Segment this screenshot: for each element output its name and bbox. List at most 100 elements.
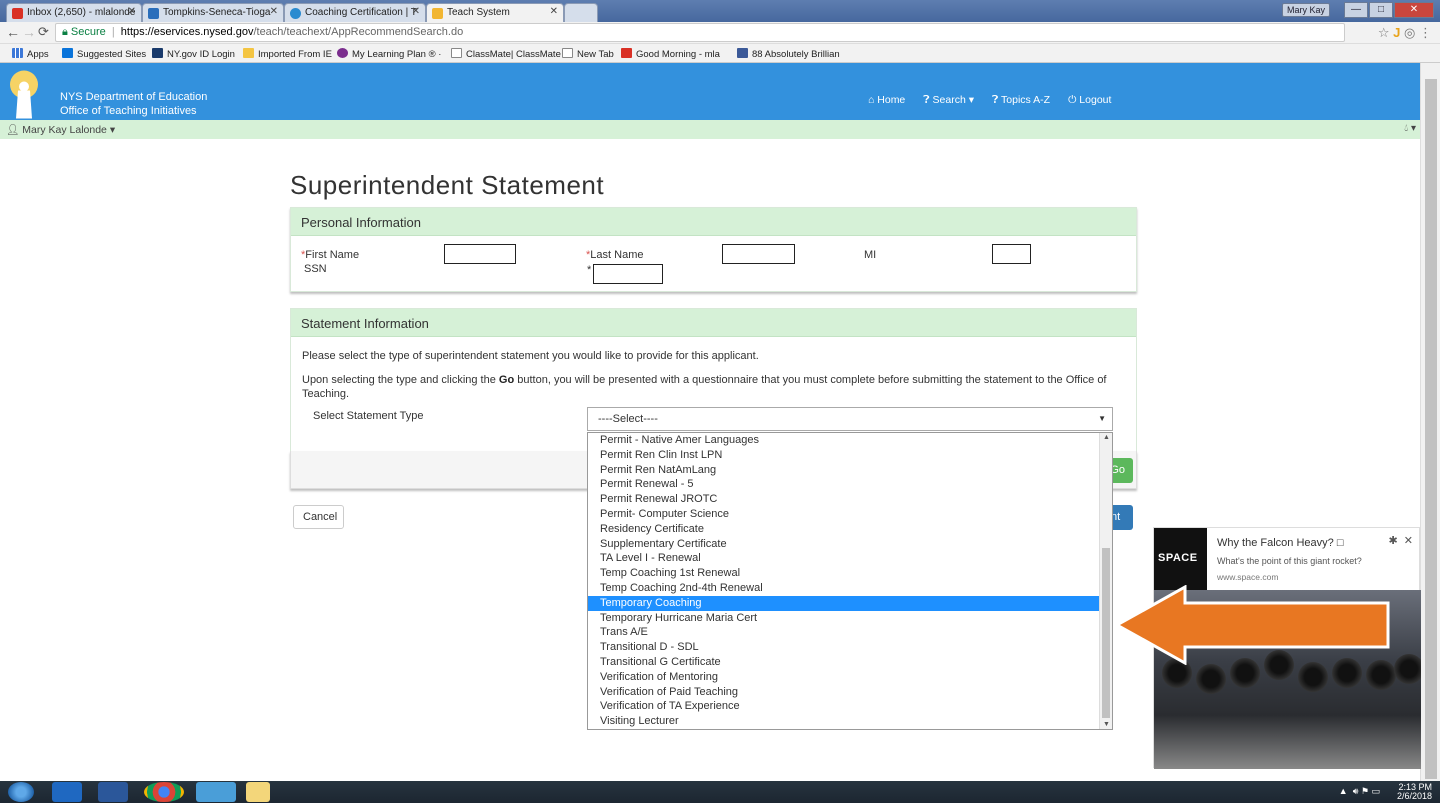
statement-intro: Please select the type of superintendent… bbox=[302, 350, 759, 362]
dropdown-option[interactable]: Temporary Coaching bbox=[588, 595, 1112, 611]
submit-button[interactable]: nt bbox=[1110, 505, 1133, 530]
extension-icon[interactable]: J bbox=[1393, 25, 1400, 40]
ad-title[interactable]: Why the Falcon Heavy? □ bbox=[1217, 537, 1343, 549]
bookmark-new-tab[interactable]: New Tab bbox=[562, 48, 614, 60]
volume-icon[interactable]: 🔊︎ bbox=[1353, 786, 1359, 796]
ad-subtitle: What's the point of this giant rocket? bbox=[1217, 556, 1362, 566]
dropdown-option[interactable]: Transitional D - SDL bbox=[588, 640, 1112, 655]
bookmark-brilliant[interactable]: 88 Absolutely Brillian bbox=[737, 48, 840, 60]
menu-icon[interactable]: ⋮ bbox=[1419, 25, 1432, 40]
dropdown-option[interactable]: Temp Coaching 2nd-4th Renewal bbox=[588, 581, 1112, 596]
reload-icon[interactable]: ⟳ bbox=[38, 24, 49, 40]
dropdown-option[interactable]: Temp Coaching 1st Renewal bbox=[588, 566, 1112, 581]
org-name: NYS Department of Education bbox=[60, 91, 208, 103]
bookmark-nygov-login[interactable]: NY.gov ID Login bbox=[152, 48, 235, 60]
dropdown-option[interactable]: Permit - Native Amer Languages bbox=[588, 433, 1112, 448]
notepad-icon[interactable] bbox=[246, 782, 270, 802]
photos-icon[interactable] bbox=[196, 782, 236, 802]
statement-instructions: Upon selecting the type and clicking the… bbox=[302, 374, 1107, 400]
dropdown-option[interactable]: Verification of Paid Teaching bbox=[588, 685, 1112, 700]
dropdown-option[interactable]: Permit Ren NatAmLang bbox=[588, 463, 1112, 478]
forward-icon[interactable]: → bbox=[22, 24, 36, 40]
bookmark-learning-plan[interactable]: My Learning Plan ® · bbox=[337, 48, 441, 60]
nav-topics[interactable]: ❓︎ Topics A-Z bbox=[992, 94, 1050, 107]
statue-of-liberty-logo bbox=[10, 70, 38, 119]
close-icon[interactable]: ✕ bbox=[550, 6, 558, 17]
ad-url[interactable]: www.space.com bbox=[1217, 572, 1278, 582]
tab-title: Tompkins-Seneca-Tioga bbox=[163, 7, 271, 18]
minimize-icon[interactable]: — bbox=[1344, 2, 1368, 18]
tab-title: Inbox (2,650) - mlalonde bbox=[27, 7, 136, 18]
dropdown-option[interactable]: Permit Ren Clin Inst LPN bbox=[588, 448, 1112, 463]
tab-tompkins[interactable]: Tompkins-Seneca-Tioga ✕ bbox=[142, 3, 284, 22]
nav-home[interactable]: ⌂ Home bbox=[868, 94, 905, 107]
maximize-icon[interactable]: □ bbox=[1369, 2, 1393, 18]
close-icon[interactable]: ✕ bbox=[270, 6, 278, 17]
bookmark-imported-ie[interactable]: Imported From IE bbox=[243, 48, 332, 60]
chrome-icon[interactable] bbox=[144, 782, 184, 802]
tab-inbox[interactable]: Inbox (2,650) - mlalonde ✕ bbox=[6, 3, 142, 22]
nav-logout[interactable]: ⏻ Logout bbox=[1068, 94, 1111, 107]
profile-chip[interactable]: Mary Kay bbox=[1281, 3, 1330, 17]
chevron-up-icon[interactable]: ▲ bbox=[1339, 786, 1348, 796]
start-icon[interactable] bbox=[8, 782, 34, 802]
address-bar: ← → ⟳ 🔒︎ Secure | https://eservices.nyse… bbox=[0, 22, 1440, 44]
orange-arrow-annotation bbox=[1115, 585, 1390, 665]
bookmark-classmate[interactable]: ClassMate| ClassMate bbox=[451, 48, 561, 60]
first-name-label: *First Name bbox=[301, 249, 360, 261]
back-icon[interactable]: ← bbox=[6, 24, 20, 40]
word-icon[interactable] bbox=[98, 782, 128, 802]
mi-field[interactable] bbox=[992, 244, 1031, 264]
bookmark-good-morning[interactable]: Good Morning - mla bbox=[621, 48, 720, 60]
dropdown-scrollbar[interactable]: ▲ ▼ bbox=[1099, 433, 1112, 729]
settings-dropdown-icon[interactable]: 💧︎ ▾ bbox=[1404, 123, 1416, 134]
flag-icon[interactable]: ⚑ bbox=[1361, 786, 1369, 796]
dropdown-option[interactable]: Supplementary Certificate bbox=[588, 537, 1112, 552]
star-icon[interactable]: ☆ bbox=[1378, 25, 1390, 40]
close-window-icon[interactable]: ✕ bbox=[1394, 2, 1434, 18]
close-icon[interactable]: ✕ bbox=[412, 6, 420, 17]
ssn-field[interactable] bbox=[593, 264, 663, 284]
new-tab-button[interactable] bbox=[564, 3, 598, 22]
bookmark-suggested-sites[interactable]: Suggested Sites bbox=[62, 48, 146, 60]
dropdown-option[interactable]: Trans A/E bbox=[588, 625, 1112, 640]
page-scrollbar[interactable] bbox=[1420, 63, 1440, 781]
dropdown-option[interactable]: Verification of Mentoring bbox=[588, 670, 1112, 685]
close-icon[interactable]: ✕ bbox=[128, 6, 136, 17]
dropdown-option[interactable]: Permit- Computer Science bbox=[588, 507, 1112, 522]
tray-icons: ▲ 🔊︎ ⚑ ▭ bbox=[1339, 786, 1380, 797]
scroll-up-icon[interactable]: ▲ bbox=[1103, 434, 1110, 441]
dropdown-option[interactable]: Transitional G Certificate bbox=[588, 655, 1112, 670]
dropdown-option[interactable]: Permit Renewal - 5 bbox=[588, 477, 1112, 492]
dropdown-option[interactable]: Residency Certificate bbox=[588, 522, 1112, 537]
tab-teach-system[interactable]: Teach System ✕ bbox=[426, 3, 564, 22]
cancel-button[interactable]: Cancel bbox=[293, 505, 344, 529]
dropdown-option[interactable]: Temporary Hurricane Maria Cert bbox=[588, 611, 1112, 626]
last-name-field[interactable] bbox=[722, 244, 795, 264]
url-field[interactable]: 🔒︎ Secure | https://eservices.nysed.gov/… bbox=[55, 23, 1345, 42]
gmail-icon bbox=[12, 8, 23, 19]
gear-icon[interactable]: ✱ bbox=[1388, 535, 1397, 547]
scrollbar-thumb[interactable] bbox=[1102, 548, 1110, 718]
tab-coaching-certification[interactable]: Coaching Certification | T ✕ bbox=[284, 3, 426, 22]
dropdown-option[interactable]: Verification of TA Experience bbox=[588, 699, 1112, 714]
dropdown-option[interactable]: Permit Renewal JROTC bbox=[588, 492, 1112, 507]
dropdown-option[interactable]: TA Level I - Renewal bbox=[588, 551, 1112, 566]
header-top-strip bbox=[0, 63, 1420, 82]
ie-icon[interactable] bbox=[52, 782, 82, 802]
help-icon: ❓︎ bbox=[923, 94, 930, 106]
home-icon: ⌂ bbox=[868, 94, 875, 106]
dropdown-option[interactable]: Visiting Lecturer bbox=[588, 714, 1112, 729]
nav-search[interactable]: ❓︎ Search ▾ bbox=[923, 94, 974, 107]
scrollbar-thumb[interactable] bbox=[1425, 79, 1437, 779]
extension-icon[interactable]: ◎ bbox=[1404, 25, 1415, 40]
close-icon[interactable]: ✕ bbox=[1404, 535, 1413, 547]
scroll-down-icon[interactable]: ▼ bbox=[1103, 721, 1110, 728]
bookmark-apps[interactable]: Apps bbox=[12, 48, 49, 60]
user-menu[interactable]: 👤︎ Mary Kay Lalonde ▾ bbox=[6, 123, 115, 136]
statement-type-select[interactable]: ----Select---- ▼ bbox=[587, 407, 1113, 431]
select-statement-type-label: Select Statement Type bbox=[313, 410, 424, 422]
first-name-field[interactable] bbox=[444, 244, 516, 264]
network-icon[interactable]: ▭ bbox=[1371, 786, 1380, 796]
clock[interactable]: 2:13 PM 2/6/2018 bbox=[1397, 783, 1432, 801]
